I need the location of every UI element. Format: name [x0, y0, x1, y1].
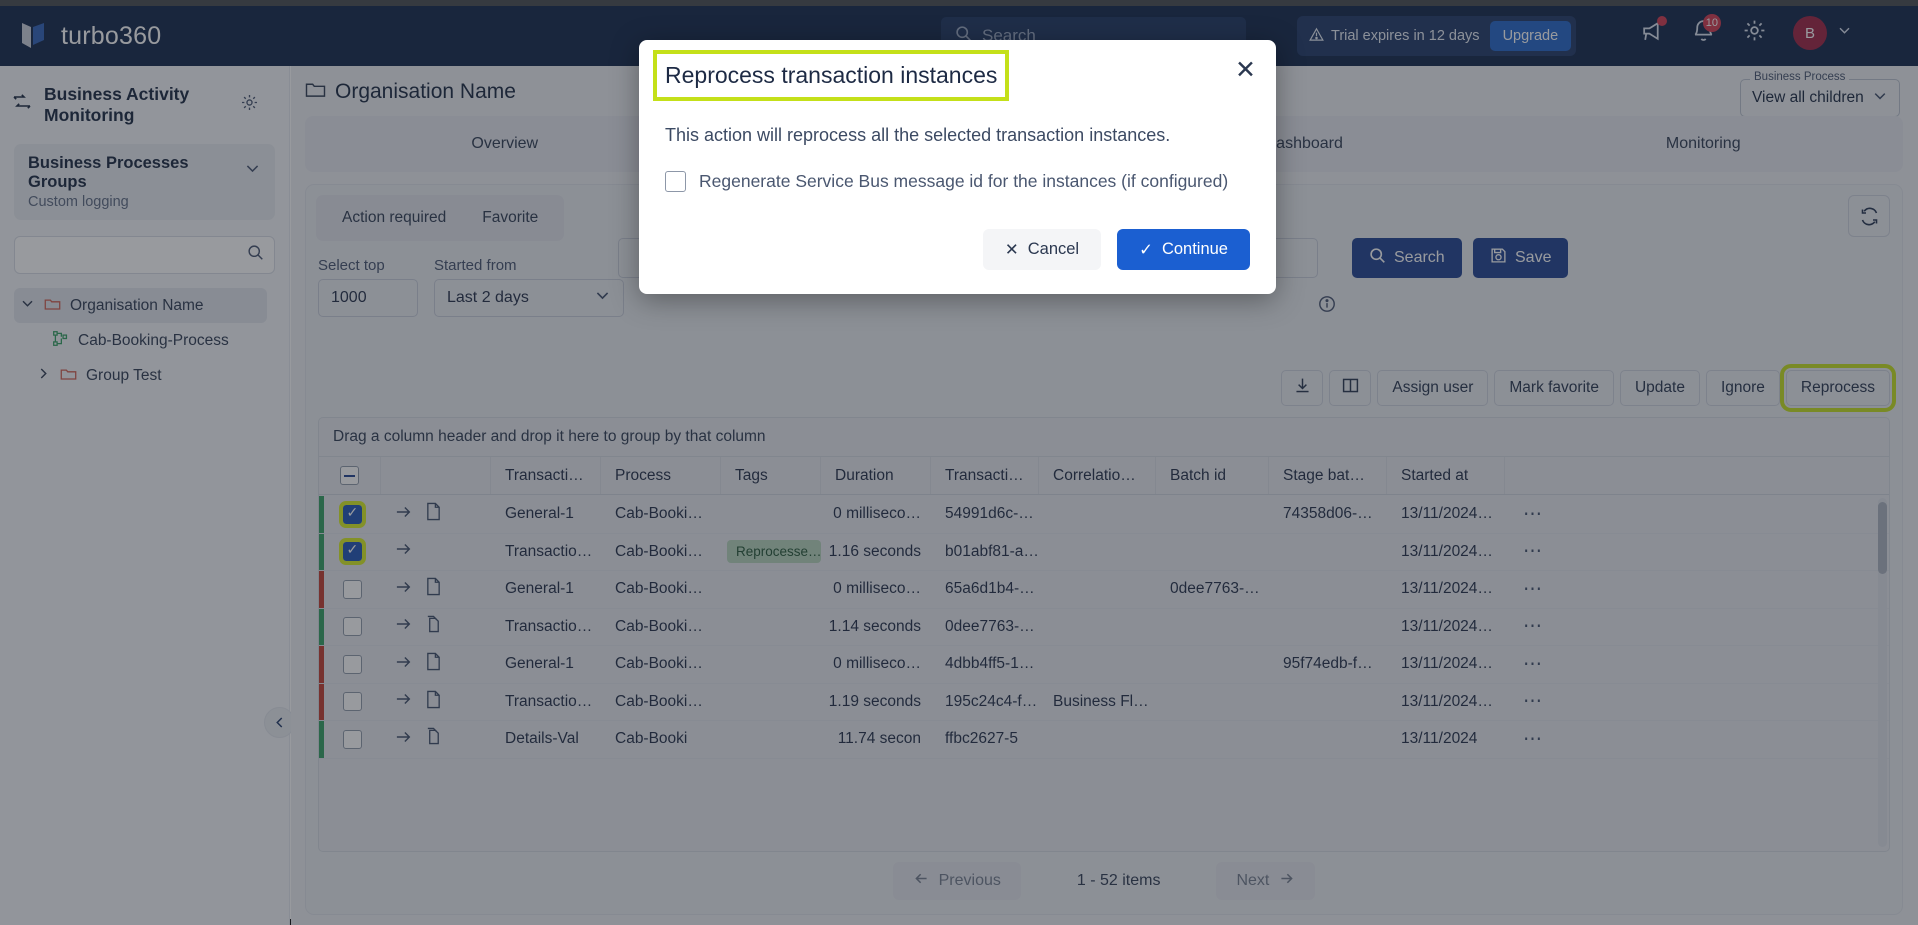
modal-actions: ✕ Cancel ✓ Continue — [665, 229, 1250, 271]
regenerate-message-id-label: Regenerate Service Bus message id for th… — [699, 171, 1229, 191]
app-root: turbo360 Search Trial expires in 12 days… — [0, 0, 1918, 925]
reprocess-modal: Reprocess transaction instances ✕ This a… — [639, 40, 1276, 295]
modal-title: Reprocess transaction instances — [652, 50, 1010, 101]
regenerate-message-id-row[interactable]: Regenerate Service Bus message id for th… — [665, 170, 1250, 193]
cancel-button-label: Cancel — [1027, 240, 1080, 259]
continue-button-label: Continue — [1161, 240, 1228, 259]
close-icon[interactable]: ✕ — [1235, 58, 1256, 83]
cancel-button[interactable]: ✕ Cancel — [982, 229, 1102, 271]
check-icon: ✓ — [1139, 240, 1153, 259]
continue-button[interactable]: ✓ Continue — [1117, 229, 1250, 271]
close-icon: ✕ — [1004, 240, 1019, 259]
modal-description: This action will reprocess all the selec… — [665, 125, 1171, 145]
regenerate-message-id-checkbox[interactable] — [665, 171, 686, 192]
